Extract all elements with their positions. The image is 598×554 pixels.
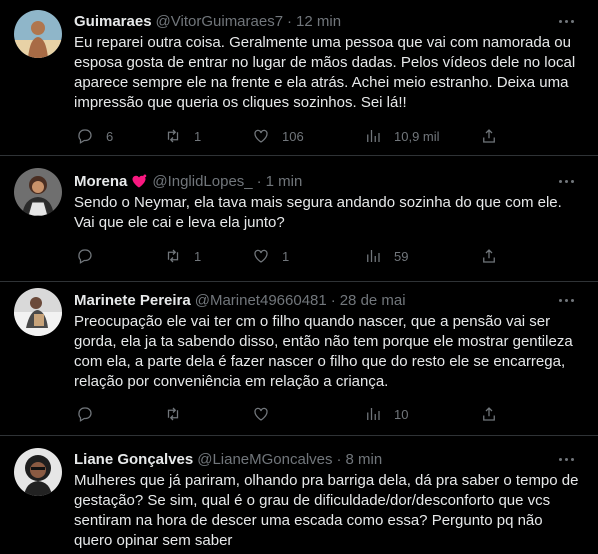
views-button[interactable]: 10,9 mil bbox=[364, 126, 440, 146]
share-button[interactable] bbox=[480, 246, 510, 266]
like-count: 106 bbox=[282, 128, 304, 144]
author-handle[interactable]: @Marinet49660481 bbox=[195, 292, 327, 309]
timestamp[interactable]: 1 min bbox=[266, 173, 303, 190]
like-icon bbox=[254, 129, 268, 143]
views-count: 10 bbox=[394, 406, 409, 422]
author-name[interactable]: Marinete Pereira bbox=[74, 292, 191, 309]
tweet-actions: 6 1 106 10,9 mil bbox=[68, 126, 508, 146]
tweet-header: Morena @InglidLopes_ · 1 min bbox=[74, 171, 302, 191]
tweet-header: Marinete Pereira @Marinet49660481 · 28 d… bbox=[74, 290, 406, 310]
more-icon[interactable] bbox=[556, 449, 576, 469]
reply-icon bbox=[78, 249, 92, 264]
views-button[interactable]: 59 bbox=[364, 246, 408, 266]
retweet-button[interactable]: 1 bbox=[164, 126, 204, 146]
author-handle[interactable]: @LianeMGoncalves bbox=[197, 451, 332, 468]
like-icon bbox=[254, 407, 268, 421]
tweet-text: Mulheres que já pariram, olhando pra bar… bbox=[74, 472, 579, 549]
views-button[interactable]: 10 bbox=[364, 404, 408, 424]
timestamp[interactable]: 12 min bbox=[296, 13, 341, 30]
like-button[interactable]: 106 bbox=[252, 126, 304, 146]
separator-dot: · bbox=[256, 172, 262, 190]
tweet-2[interactable]: Morena @InglidLopes_ · 1 min Sendo o Ney… bbox=[0, 156, 598, 282]
more-icon[interactable] bbox=[556, 171, 576, 191]
share-button[interactable] bbox=[480, 126, 510, 146]
views-count: 10,9 mil bbox=[394, 128, 440, 144]
reply-icon bbox=[78, 129, 92, 144]
like-icon bbox=[254, 249, 268, 263]
views-icon bbox=[367, 250, 380, 262]
like-count: 1 bbox=[282, 248, 290, 264]
tweet-3[interactable]: Marinete Pereira @Marinet49660481 · 28 d… bbox=[0, 282, 598, 436]
share-icon bbox=[483, 407, 495, 421]
separator-dot: · bbox=[330, 291, 336, 309]
avatar[interactable] bbox=[14, 10, 62, 58]
tweet-text: Eu reparei outra coisa. Geralmente uma p… bbox=[74, 34, 576, 111]
tweet-header: Guimaraes @VitorGuimaraes7 · 12 min bbox=[74, 11, 341, 31]
tweet-actions: 1 1 59 bbox=[68, 246, 508, 266]
views-icon bbox=[367, 130, 380, 142]
like-button[interactable]: 1 bbox=[252, 246, 292, 266]
tweet-header: Liane Gonçalves @LianeMGoncalves · 8 min bbox=[74, 449, 382, 469]
retweet-button[interactable]: 1 bbox=[164, 246, 204, 266]
tweet-4[interactable]: Liane Gonçalves @LianeMGoncalves · 8 min… bbox=[0, 436, 598, 554]
reply-count: 6 bbox=[106, 128, 114, 144]
avatar[interactable] bbox=[14, 288, 62, 336]
retweet-count: 1 bbox=[194, 248, 202, 264]
share-icon bbox=[483, 249, 495, 263]
author-handle[interactable]: @VitorGuimaraes7 bbox=[156, 13, 284, 30]
views-icon bbox=[367, 408, 380, 420]
share-icon bbox=[483, 129, 495, 143]
more-icon[interactable] bbox=[556, 290, 576, 310]
like-button[interactable] bbox=[252, 404, 292, 424]
views-count: 59 bbox=[394, 248, 409, 264]
tweet-actions: 10 bbox=[68, 404, 508, 424]
tweet-text: Preocupação ele vai ter cm o filho quand… bbox=[74, 313, 573, 390]
share-button[interactable] bbox=[480, 404, 510, 424]
reply-icon bbox=[78, 407, 92, 422]
author-handle[interactable]: @InglidLopes_ bbox=[152, 173, 252, 190]
author-name[interactable]: Guimaraes bbox=[74, 13, 152, 30]
timestamp[interactable]: 28 de mai bbox=[340, 292, 406, 309]
tweet-text: Sendo o Neymar, ela tava mais segura and… bbox=[74, 194, 562, 231]
retweet-icon bbox=[167, 407, 179, 421]
reply-button[interactable] bbox=[76, 246, 116, 266]
separator-dot: · bbox=[287, 12, 293, 30]
heart-emoji bbox=[132, 174, 147, 188]
tweet-1[interactable]: Guimaraes @VitorGuimaraes7 · 12 min Eu r… bbox=[0, 0, 598, 156]
more-icon[interactable] bbox=[556, 11, 576, 31]
reply-button[interactable] bbox=[76, 404, 116, 424]
separator-dot: · bbox=[336, 450, 342, 468]
author-name[interactable]: Morena bbox=[74, 173, 127, 190]
retweet-button[interactable] bbox=[164, 404, 204, 424]
retweet-count: 1 bbox=[194, 128, 202, 144]
reply-button[interactable]: 6 bbox=[76, 126, 116, 146]
avatar[interactable] bbox=[14, 448, 62, 496]
timestamp[interactable]: 8 min bbox=[346, 451, 383, 468]
retweet-icon bbox=[167, 249, 179, 263]
avatar[interactable] bbox=[14, 168, 62, 216]
retweet-icon bbox=[167, 129, 179, 143]
author-name[interactable]: Liane Gonçalves bbox=[74, 451, 193, 468]
